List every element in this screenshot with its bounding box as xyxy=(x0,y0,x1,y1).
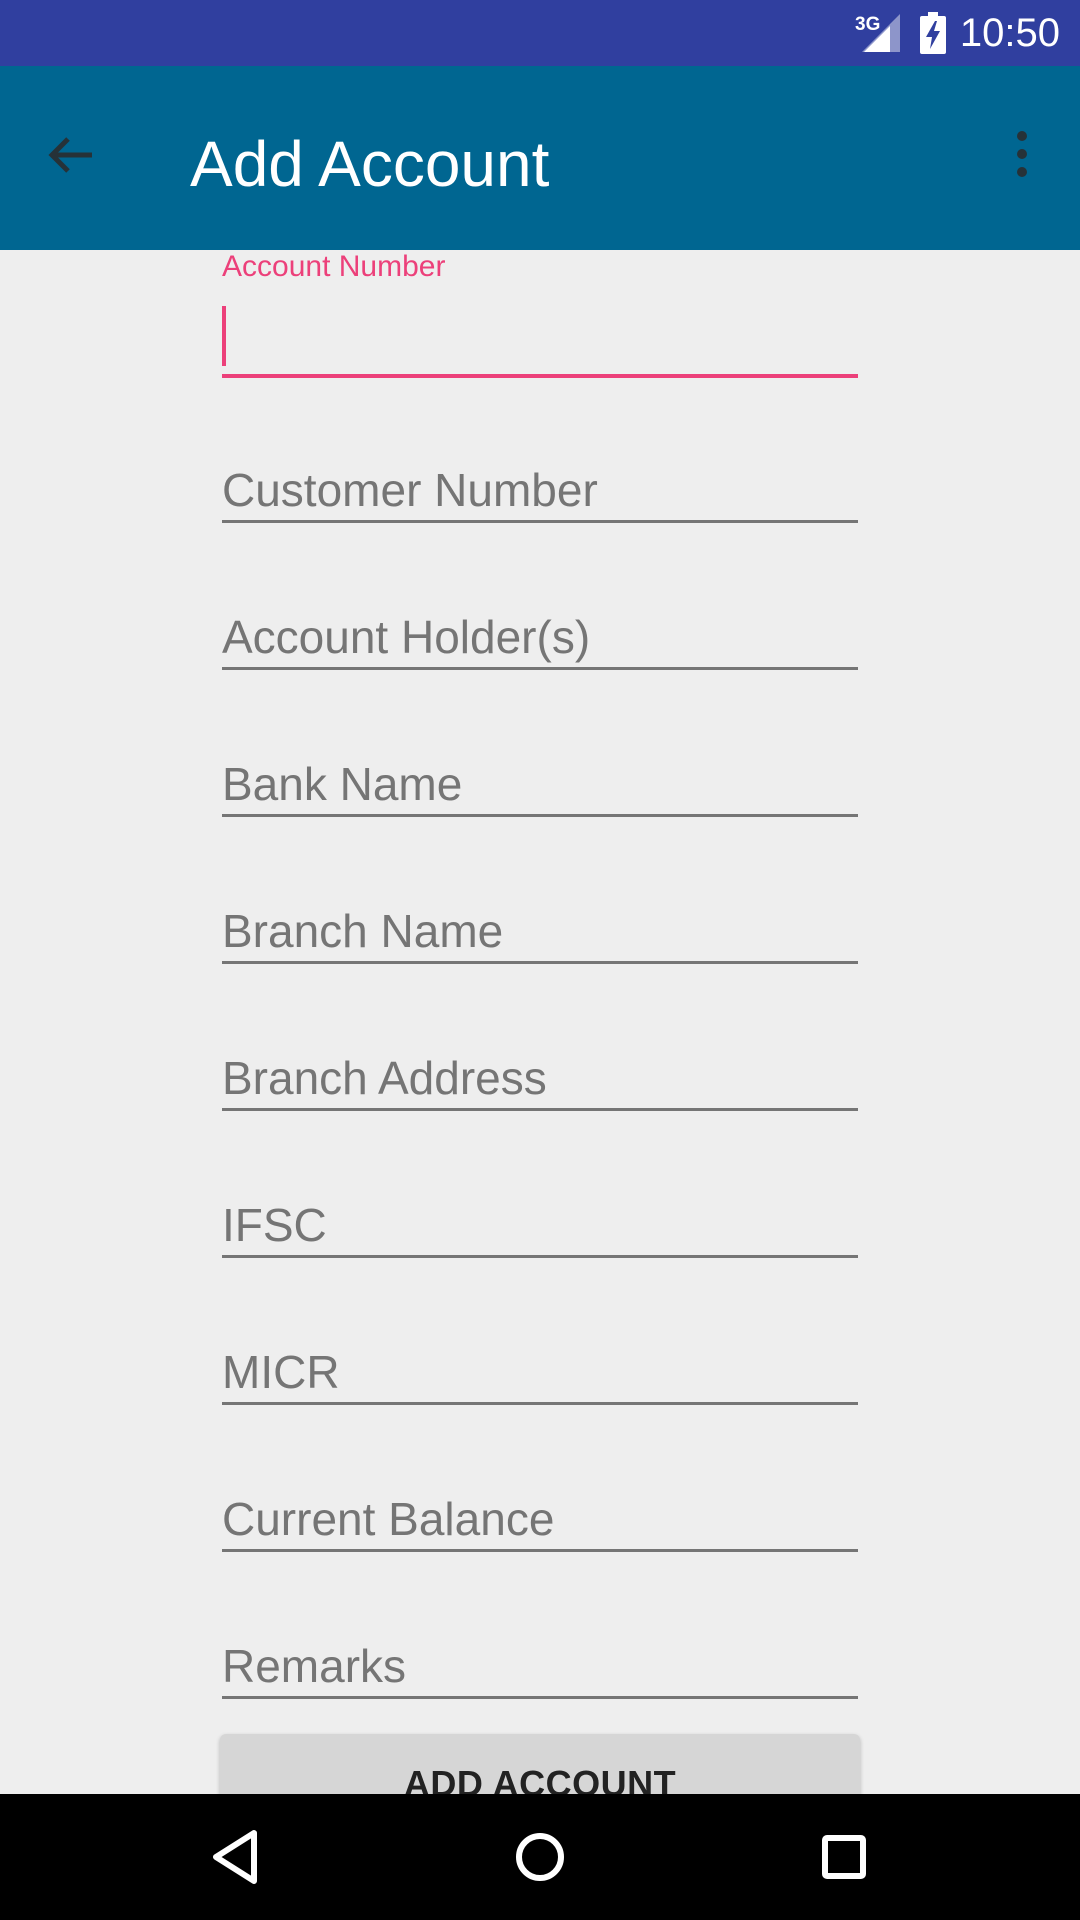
remarks-field[interactable] xyxy=(222,1626,858,1706)
field-underline xyxy=(222,667,858,670)
nav-home-button[interactable] xyxy=(500,1817,580,1897)
more-vert-icon xyxy=(1017,131,1027,177)
signal-icon xyxy=(862,14,900,52)
branch-name-field[interactable] xyxy=(222,891,858,971)
customer-number-input[interactable] xyxy=(222,450,858,530)
current-balance-input[interactable] xyxy=(222,1479,858,1559)
account-holders-field[interactable] xyxy=(222,597,858,677)
clock-time: 10:50 xyxy=(959,11,1060,55)
micr-input[interactable] xyxy=(222,1332,858,1412)
bank-name-field[interactable] xyxy=(222,744,858,824)
field-underline xyxy=(222,961,858,964)
field-underline xyxy=(222,520,858,523)
system-nav-bar xyxy=(0,1794,1080,1920)
back-button[interactable] xyxy=(28,116,118,206)
field-underline xyxy=(222,1696,858,1699)
branch-address-field[interactable] xyxy=(222,1038,858,1118)
account-number-field[interactable]: Account Number xyxy=(222,250,858,380)
branch-name-input[interactable] xyxy=(222,891,858,971)
ifsc-input[interactable] xyxy=(222,1185,858,1265)
account-number-label: Account Number xyxy=(222,250,446,283)
field-underline xyxy=(222,374,858,378)
arrow-back-icon xyxy=(48,137,92,173)
customer-number-field[interactable] xyxy=(222,450,858,530)
field-underline xyxy=(222,1549,858,1552)
branch-address-input[interactable] xyxy=(222,1038,858,1118)
app-bar: Add Account xyxy=(0,66,1080,250)
field-underline xyxy=(222,814,858,817)
battery-charging-icon xyxy=(920,12,946,54)
current-balance-field[interactable] xyxy=(222,1479,858,1559)
remarks-input[interactable] xyxy=(222,1626,858,1706)
field-underline xyxy=(222,1108,858,1111)
nav-back-icon xyxy=(213,1830,257,1884)
status-bar: 3G 10:50 xyxy=(0,0,1080,66)
bank-name-input[interactable] xyxy=(222,744,858,824)
nav-home-icon xyxy=(516,1833,564,1881)
field-underline xyxy=(222,1255,858,1258)
page-title: Add Account xyxy=(190,128,550,200)
nav-back-button[interactable] xyxy=(196,1817,276,1897)
nav-recents-icon xyxy=(822,1835,866,1879)
overflow-menu-button[interactable] xyxy=(990,116,1054,206)
nav-recents-button[interactable] xyxy=(804,1817,884,1897)
account-holders-input[interactable] xyxy=(222,597,858,677)
micr-field[interactable] xyxy=(222,1332,858,1412)
account-number-input[interactable] xyxy=(222,300,858,370)
ifsc-field[interactable] xyxy=(222,1185,858,1265)
field-underline xyxy=(222,1402,858,1405)
